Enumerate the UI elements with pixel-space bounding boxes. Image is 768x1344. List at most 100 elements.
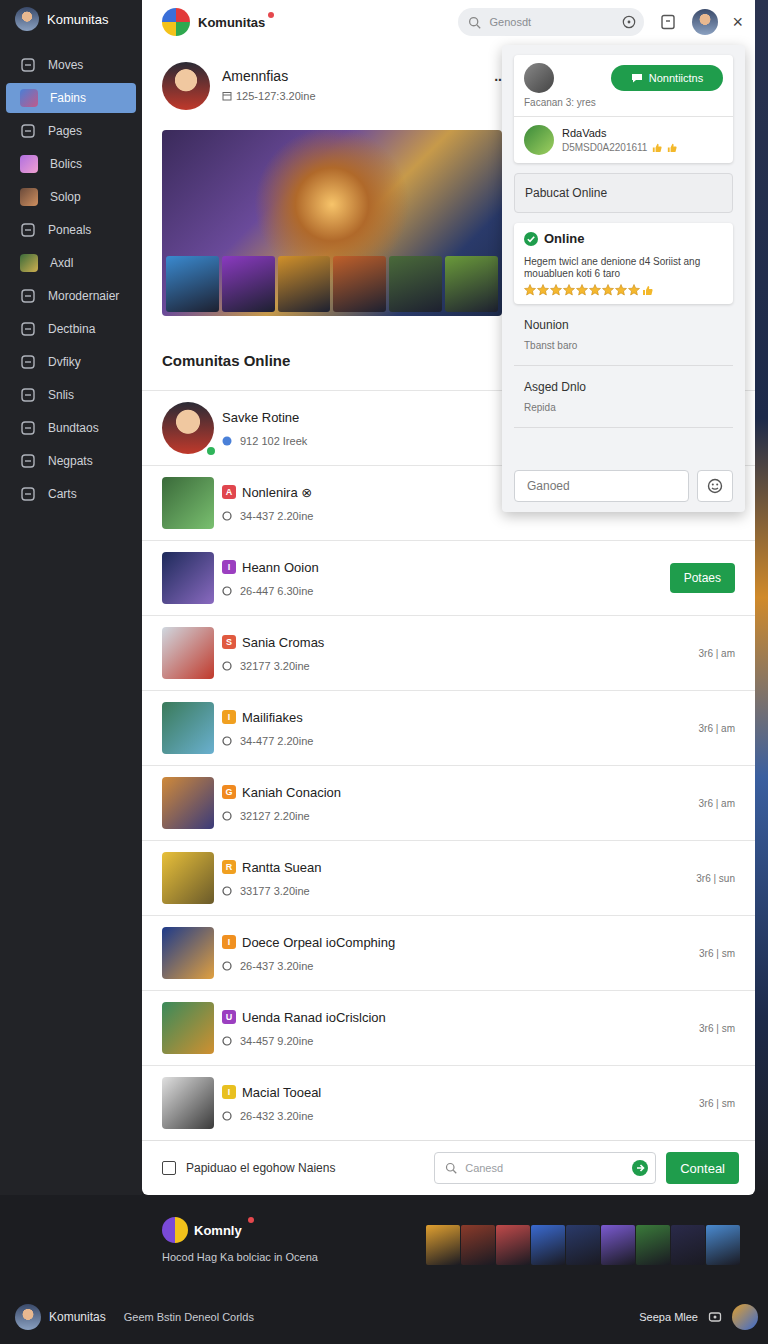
sidebar-item[interactable]: Fabins [6, 83, 136, 113]
post-image[interactable] [162, 130, 502, 316]
game-thumbnail[interactable] [671, 1225, 705, 1265]
community-meta-text: 34-477 2.20ine [240, 735, 313, 747]
author-avatar[interactable] [162, 62, 210, 110]
sidebar-item[interactable]: Dvfiky [6, 347, 136, 377]
section-subtitle: Tbanst baro [524, 340, 723, 351]
send-arrow-icon[interactable] [631, 1159, 649, 1177]
game-thumbnail[interactable] [461, 1225, 495, 1265]
community-name: RRantta Suean [222, 860, 322, 875]
community-meta-text: 26-447 6.30ine [240, 585, 313, 597]
more-button[interactable]: .. [494, 62, 502, 84]
community-meta-text: 26-432 3.20ine [240, 1110, 313, 1122]
community-row[interactable]: IMacial Tooeal26-432 3.20ine3r6 | sm [142, 1065, 755, 1140]
community-avatar[interactable] [162, 1077, 214, 1129]
community-name-text: Nonlenira ⊗ [242, 485, 312, 500]
community-avatar[interactable] [162, 702, 214, 754]
community-avatar[interactable] [162, 627, 214, 679]
sidebar-item[interactable]: Axdl [6, 248, 136, 278]
post-author: Amennfias [222, 68, 316, 84]
community-avatar[interactable] [162, 402, 214, 454]
popup-input[interactable] [525, 478, 678, 494]
community-avatar[interactable] [162, 477, 214, 529]
community-row[interactable]: RRantta Suean33177 3.20ine3r6 | sun [142, 840, 755, 915]
promo-bar: KomnlyHocod Hag Ka bolciac in Ocena [0, 1195, 768, 1290]
app-logo-icon[interactable] [162, 8, 190, 36]
game-thumbnail[interactable] [601, 1225, 635, 1265]
game-thumbnail[interactable] [426, 1225, 460, 1265]
community-meta-text: 32177 3.20ine [240, 660, 310, 672]
game-thumbnail[interactable] [531, 1225, 565, 1265]
community-name: SSania Cromas [222, 635, 324, 650]
community-avatar[interactable] [162, 1002, 214, 1054]
popup-avatar[interactable] [524, 63, 554, 93]
user-avatar[interactable] [15, 7, 39, 31]
community-row[interactable]: IHeann Ooion26-447 6.30inePotaes [142, 540, 755, 615]
message-input[interactable] [463, 1161, 631, 1175]
community-avatar[interactable] [162, 777, 214, 829]
send-button[interactable]: Conteal [666, 1152, 739, 1184]
sidebar-item[interactable]: Negpats [6, 446, 136, 476]
community-text: GKaniah Conacion32127 2.20ine [222, 785, 341, 822]
popup-field[interactable] [514, 470, 689, 502]
community-thumb-icon [20, 254, 38, 272]
promo-logo-icon[interactable] [162, 1217, 188, 1243]
game-thumbnail[interactable] [706, 1225, 740, 1265]
window-icon[interactable] [660, 14, 676, 30]
image-tile [278, 256, 331, 312]
status-box[interactable]: Pabucat Online [514, 173, 733, 213]
footer-right-avatar[interactable] [732, 1304, 758, 1330]
checkbox[interactable] [162, 1161, 176, 1175]
sidebar-item[interactable]: Dectbina [6, 314, 136, 344]
community-meta: 33177 3.20ine [222, 885, 322, 897]
community-text: IDoece Orpeal ioComphing26-437 3.20ine [222, 935, 395, 972]
menu-item-icon [20, 453, 36, 469]
community-name: GKaniah Conacion [222, 785, 341, 800]
community-text: ANonlenira ⊗34-437 2.20ine [222, 485, 313, 522]
community-avatar[interactable] [162, 927, 214, 979]
popup-section[interactable]: NounionTbanst baro [514, 304, 733, 366]
sidebar-item[interactable]: Carts [6, 479, 136, 509]
sidebar-item[interactable]: Poneals [6, 215, 136, 245]
sidebar-item[interactable]: Pages [6, 116, 136, 146]
join-button[interactable]: Potaes [670, 563, 735, 593]
community-text: Savke Rotine912 102 Ireek [222, 410, 307, 447]
search-field[interactable] [458, 8, 644, 36]
popup-section[interactable]: Asged DnloRepida [514, 366, 733, 428]
community-row[interactable]: SSania Cromas32177 3.20ine3r6 | am [142, 615, 755, 690]
emoji-button[interactable] [697, 470, 733, 502]
profile-card: NonntiictnsFacanan 3: yresRdaVadsD5MSD0A… [514, 55, 733, 163]
sidebar-item[interactable]: Bundtaos [6, 413, 136, 443]
info-icon[interactable] [622, 15, 636, 29]
menu-item-icon [20, 123, 36, 139]
game-thumbnail[interactable] [636, 1225, 670, 1265]
sidebar-item[interactable]: Bolics [6, 149, 136, 179]
game-thumbnail[interactable] [566, 1225, 600, 1265]
settings-icon[interactable] [708, 1310, 722, 1324]
close-button[interactable]: × [732, 13, 743, 31]
community-avatar[interactable] [162, 852, 214, 904]
footer-subtitle: Geem Bstin Deneol Corlds [124, 1311, 254, 1323]
sidebar-item[interactable]: Solop [6, 182, 136, 212]
community-avatar[interactable] [162, 552, 214, 604]
notifications-button[interactable]: Nonntiictns [611, 65, 723, 91]
game-thumbnail[interactable] [496, 1225, 530, 1265]
message-field[interactable] [434, 1152, 656, 1184]
community-row[interactable]: GKaniah Conacion32127 2.20ine3r6 | am [142, 765, 755, 840]
sidebar-item[interactable]: Moves [6, 50, 136, 80]
community-row[interactable]: IDoece Orpeal ioComphing26-437 3.20ine3r… [142, 915, 755, 990]
composer-bar: Papiduao el egohow NaiensConteal [142, 1140, 755, 1195]
status-circle-icon [222, 961, 232, 971]
sidebar-item[interactable]: Morodernaier [6, 281, 136, 311]
profile-avatar[interactable] [692, 9, 718, 35]
community-row[interactable]: IMailifiakes34-477 2.20ine3r6 | am [142, 690, 755, 765]
search-icon [468, 16, 481, 29]
footer-avatar[interactable] [15, 1304, 41, 1330]
search-input[interactable] [487, 15, 622, 29]
sidebar-item[interactable]: Snlis [6, 380, 136, 410]
community-meta: 34-477 2.20ine [222, 735, 313, 747]
community-panel: Komunitas×Amennfias125-127:3.20ine..Comu… [142, 0, 755, 1195]
image-tile [445, 256, 498, 312]
contact-avatar[interactable] [524, 125, 554, 155]
community-row[interactable]: UUenda Ranad ioCrislcion34-457 9.20ine3r… [142, 990, 755, 1065]
community-thumb-icon [20, 89, 38, 107]
